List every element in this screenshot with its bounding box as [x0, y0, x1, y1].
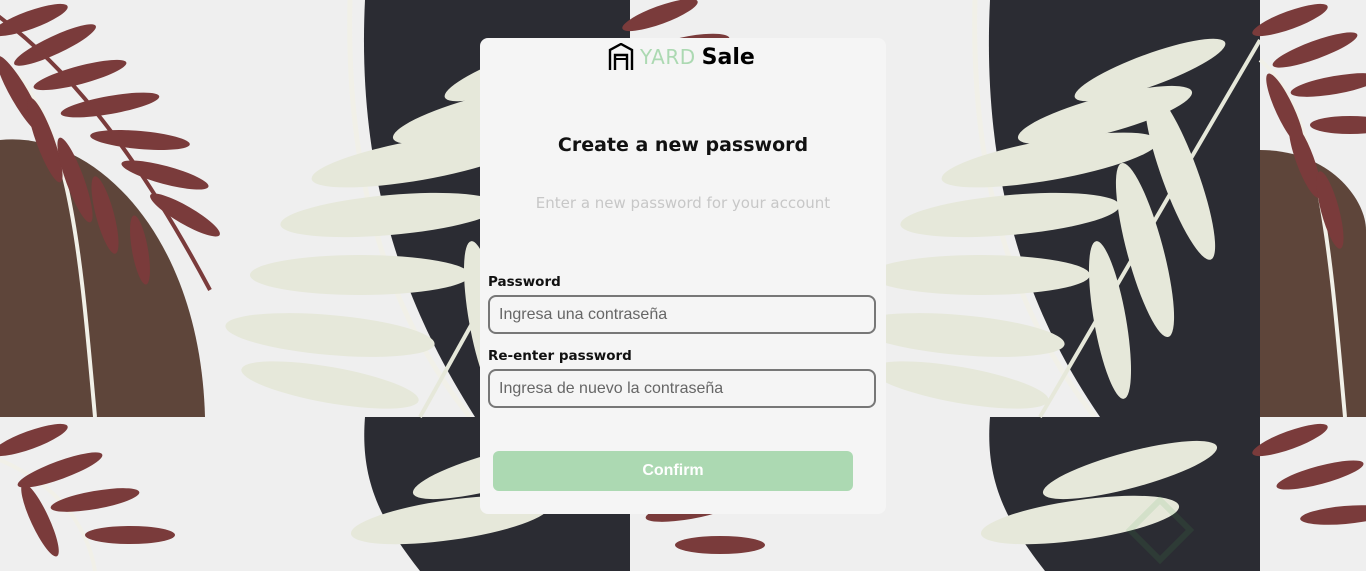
garage-icon	[608, 43, 634, 70]
reenter-password-input[interactable]	[488, 369, 876, 408]
password-label: Password	[488, 274, 561, 290]
page-title: Create a new password	[557, 134, 809, 156]
logo-text-yard: YARD	[640, 45, 696, 69]
logo: YARD Sale	[608, 41, 755, 73]
confirm-button[interactable]: Confirm	[493, 451, 853, 491]
password-input[interactable]	[488, 295, 876, 334]
reenter-password-label: Re-enter password	[488, 348, 632, 364]
page-subtitle: Enter a new password for your account	[535, 194, 831, 212]
left-arch-pattern	[0, 3, 220, 571]
right-arch-pattern	[1252, 0, 1366, 525]
password-card: YARD Sale Create a new password Enter a …	[480, 38, 886, 514]
logo-text-sale: Sale	[701, 44, 755, 70]
